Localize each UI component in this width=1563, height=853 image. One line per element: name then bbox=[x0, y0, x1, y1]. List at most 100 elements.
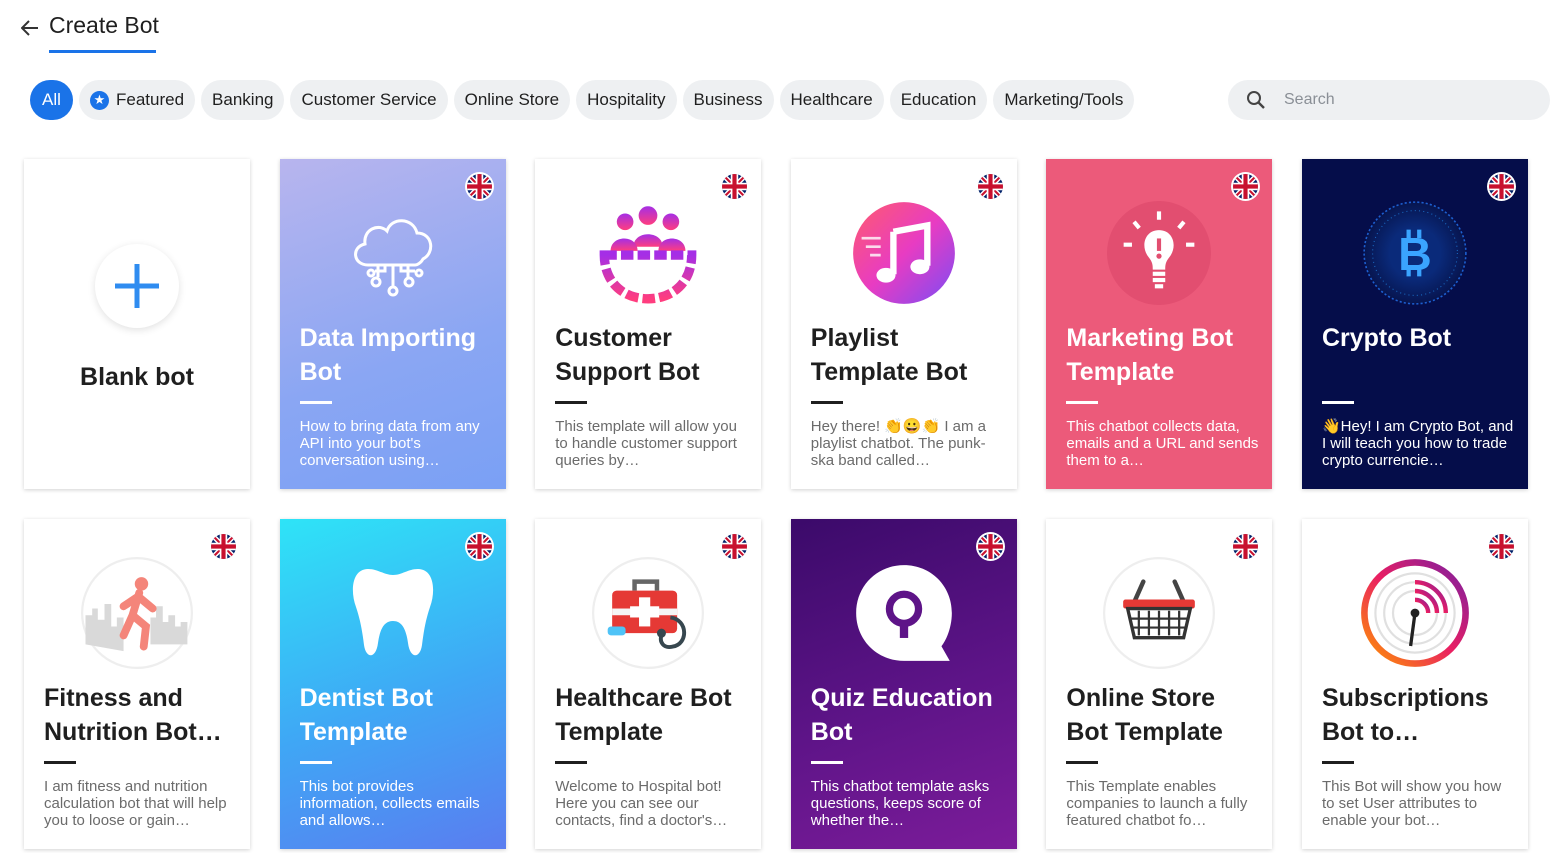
chip-label: Online Store bbox=[464, 90, 560, 109]
chip-label: Healthcare bbox=[790, 90, 873, 109]
card-description: This Bot will show you how to set User a… bbox=[1321, 778, 1502, 829]
chip-online-store[interactable]: Online Store bbox=[453, 80, 571, 120]
divider bbox=[299, 401, 332, 404]
uk-flag-icon bbox=[1488, 174, 1514, 199]
template-card-dentist[interactable]: Dentist Bot Template This bot provides i… bbox=[279, 519, 506, 849]
page-title: Create Bot bbox=[49, 12, 159, 38]
medical-kit-icon bbox=[592, 557, 705, 669]
tooth-icon bbox=[337, 557, 449, 669]
svg-text:B: B bbox=[1398, 228, 1432, 280]
card-description: This chatbot collects data, emails and a… bbox=[1066, 418, 1259, 469]
signal-icon bbox=[1359, 557, 1471, 669]
card-title: Blank bot bbox=[80, 363, 194, 391]
card-description: 👋Hey! I am Crypto Bot, and I will teach … bbox=[1321, 418, 1514, 469]
card-description: This template will allow you to handle c… bbox=[555, 418, 737, 469]
lightbulb-icon bbox=[1103, 197, 1215, 309]
uk-flag-icon bbox=[466, 534, 492, 559]
divider bbox=[1321, 761, 1354, 764]
divider bbox=[1066, 401, 1099, 404]
chip-hospitality[interactable]: Hospitality bbox=[576, 80, 677, 120]
template-card-healthcare[interactable]: Healthcare Bot Template Welcome to Hospi… bbox=[535, 519, 762, 849]
card-title: Healthcare Bot Template bbox=[555, 684, 732, 746]
music-note-icon bbox=[848, 197, 960, 309]
chip-featured[interactable]: ★ Featured bbox=[79, 80, 196, 120]
card-title: Marketing Bot Template bbox=[1066, 324, 1234, 386]
card-title: Customer Support Bot bbox=[555, 324, 700, 386]
card-title: Subscriptions Bot to… bbox=[1321, 684, 1489, 746]
uk-flag-icon bbox=[977, 534, 1003, 559]
chip-all[interactable]: All bbox=[30, 80, 73, 120]
divider bbox=[555, 761, 588, 764]
uk-flag-icon bbox=[466, 174, 492, 199]
back-arrow-icon[interactable] bbox=[18, 16, 42, 40]
chip-label: Banking bbox=[212, 90, 274, 109]
card-description: This Template enables companies to launc… bbox=[1066, 778, 1248, 829]
divider bbox=[810, 401, 843, 404]
uk-flag-icon bbox=[1488, 534, 1514, 559]
runner-icon bbox=[81, 557, 193, 669]
chip-marketing-tools[interactable]: Marketing/Tools bbox=[993, 80, 1135, 120]
chip-label: Education bbox=[900, 90, 977, 109]
template-card-quiz[interactable]: Quiz Education Bot This chatbot template… bbox=[790, 519, 1017, 849]
card-description: How to bring data from any API into your… bbox=[299, 418, 480, 469]
cloud-data-icon bbox=[337, 197, 449, 309]
bitcoin-icon: B bbox=[1359, 197, 1471, 309]
chip-label: Featured bbox=[116, 90, 185, 109]
chip-healthcare[interactable]: Healthcare bbox=[779, 80, 884, 120]
uk-flag-icon bbox=[977, 174, 1003, 199]
template-card-subscriptions[interactable]: Subscriptions Bot to… This Bot will show… bbox=[1301, 519, 1528, 849]
quiz-bubble-icon bbox=[848, 557, 960, 669]
uk-flag-icon bbox=[722, 174, 748, 199]
star-icon: ★ bbox=[90, 90, 109, 110]
chip-banking[interactable]: Banking bbox=[201, 80, 285, 120]
card-description: Welcome to Hospital bot! Here you can se… bbox=[555, 778, 728, 829]
template-card-playlist[interactable]: Playlist Template Bot Hey there! 👏😀👏 I a… bbox=[790, 159, 1017, 489]
template-card-fitness[interactable]: Fitness and Nutrition Bot… I am fitness … bbox=[24, 519, 250, 849]
template-card-crypto[interactable]: B Crypto Bot 👋Hey! I am Crypto Bot, and … bbox=[1301, 159, 1528, 489]
basket-icon bbox=[1103, 557, 1216, 669]
chip-label: Customer Service bbox=[301, 90, 437, 109]
card-title: Quiz Education Bot bbox=[810, 684, 993, 746]
uk-flag-icon bbox=[722, 534, 748, 559]
category-chips: All ★ Featured Banking Customer Service O… bbox=[30, 80, 1135, 120]
template-card-customer-support[interactable]: Customer Support Bot This template will … bbox=[535, 159, 762, 489]
uk-flag-icon bbox=[1233, 534, 1259, 559]
divider bbox=[1321, 401, 1354, 404]
divider bbox=[44, 761, 76, 764]
title-underline bbox=[49, 50, 156, 53]
template-card-online-store[interactable]: Online Store Bot Template This Template … bbox=[1046, 519, 1273, 849]
card-description: I am fitness and nutrition calculation b… bbox=[44, 778, 227, 829]
divider bbox=[555, 401, 588, 404]
template-card-marketing[interactable]: Marketing Bot Template This chatbot coll… bbox=[1046, 159, 1273, 489]
card-description: This chatbot template asks questions, ke… bbox=[810, 778, 990, 829]
chip-customer-service[interactable]: Customer Service bbox=[290, 80, 448, 120]
template-card-data-importing[interactable]: Data Importing Bot How to bring data fro… bbox=[279, 159, 506, 489]
chip-education[interactable]: Education bbox=[889, 80, 988, 120]
team-gear-icon bbox=[592, 197, 704, 309]
divider bbox=[1066, 761, 1099, 764]
card-title: Fitness and Nutrition Bot… bbox=[44, 684, 222, 746]
search-input[interactable] bbox=[1284, 91, 1534, 109]
card-title: Playlist Template Bot bbox=[810, 324, 968, 386]
chip-label: Business bbox=[693, 90, 763, 109]
search-box[interactable] bbox=[1228, 80, 1550, 120]
plus-icon bbox=[95, 244, 179, 328]
uk-flag-icon bbox=[211, 534, 236, 559]
chip-label: All bbox=[42, 90, 61, 109]
card-title: Online Store Bot Template bbox=[1066, 684, 1223, 746]
search-icon bbox=[1247, 91, 1265, 109]
blank-bot-card[interactable]: Blank bot bbox=[24, 159, 250, 489]
card-title: Data Importing Bot bbox=[299, 324, 476, 386]
card-description: This bot provides information, collects … bbox=[299, 778, 480, 829]
chip-business[interactable]: Business bbox=[682, 80, 774, 120]
card-title: Dentist Bot Template bbox=[299, 684, 433, 746]
divider bbox=[299, 761, 332, 764]
uk-flag-icon bbox=[1233, 174, 1259, 199]
chip-label: Hospitality bbox=[587, 90, 666, 109]
divider bbox=[810, 761, 843, 764]
header: Create Bot bbox=[0, 0, 1563, 60]
card-description: Hey there! 👏😀👏 I am a playlist chatbot. … bbox=[810, 418, 987, 469]
card-title: Crypto Bot bbox=[1321, 324, 1452, 352]
template-grid: Blank bot Data Importing Bot How to brin… bbox=[24, 159, 1528, 849]
chip-label: Marketing/Tools bbox=[1004, 90, 1124, 109]
